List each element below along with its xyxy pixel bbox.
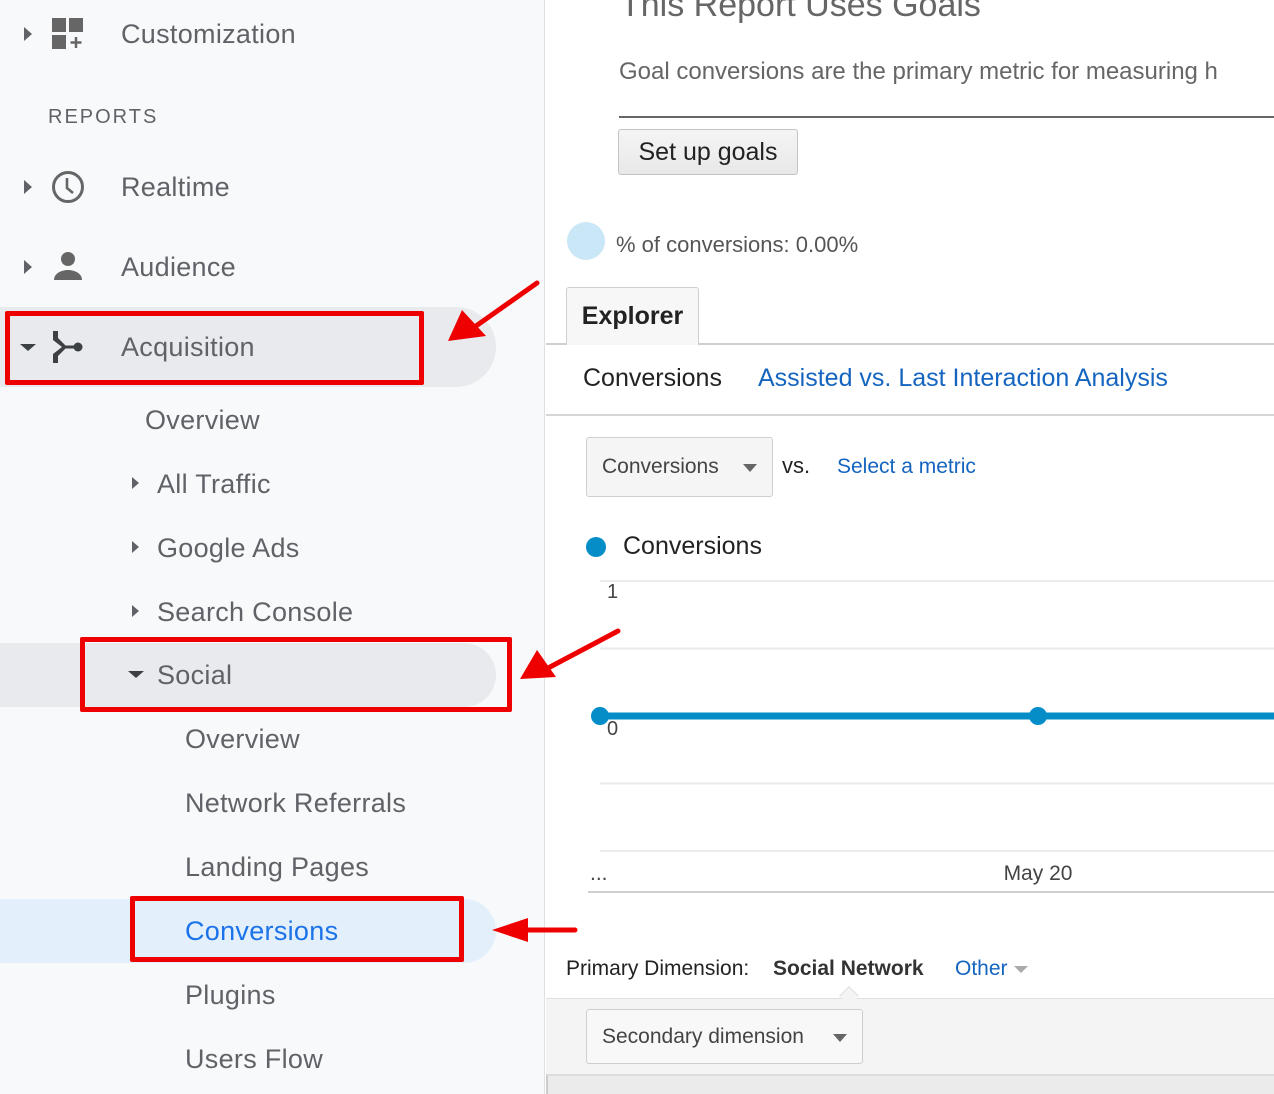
- sidebar-item-label: Google Ads: [157, 532, 300, 563]
- sidebar-item-label: Overview: [185, 723, 300, 754]
- report-main: This Report Uses Goals Goal conversions …: [546, 0, 1274, 1094]
- clock-icon: [50, 169, 86, 205]
- sidebar-item-audience[interactable]: Audience: [0, 235, 545, 299]
- sidebar-item-social-overview[interactable]: Overview: [0, 707, 496, 771]
- metric-select-dropdown[interactable]: Conversions: [586, 437, 773, 497]
- sidebar-item-label: Overview: [145, 404, 260, 435]
- collapse-caret-icon[interactable]: [128, 671, 144, 678]
- conversions-line-chart: 1 0... May 20: [588, 580, 1274, 893]
- sidebar-item-label: Landing Pages: [185, 851, 370, 882]
- select-metric-link[interactable]: Select a metric: [837, 455, 976, 479]
- primary-dimension-other[interactable]: Other: [955, 957, 1028, 981]
- secondary-dimension-placeholder: Secondary dimension: [602, 1024, 804, 1048]
- sidebar-item-landing-pages[interactable]: Landing Pages: [0, 835, 496, 899]
- acquisition-fork-icon: [50, 329, 86, 365]
- secondary-dimension-dropdown[interactable]: Secondary dimension: [586, 1009, 863, 1064]
- reports-section-header: REPORTS: [48, 106, 159, 128]
- expand-caret-icon[interactable]: [132, 477, 139, 489]
- y-tick-label: 0: [607, 718, 618, 740]
- sidebar-item-label: Audience: [121, 251, 236, 282]
- expand-caret-icon[interactable]: [24, 180, 32, 194]
- chevron-down-icon: [743, 464, 757, 472]
- goals-notice-title: This Report Uses Goals: [620, 0, 981, 24]
- x-tick-label: ...: [590, 862, 608, 885]
- sidebar-item-label: Conversions: [185, 915, 339, 946]
- data-point: [1029, 707, 1047, 725]
- primary-dimension-label: Primary Dimension:: [566, 957, 750, 980]
- sidebar-item-realtime[interactable]: Realtime: [0, 155, 545, 219]
- percent-indicator-dot: [567, 222, 605, 260]
- other-label: Other: [955, 957, 1008, 980]
- sidebar-item-social-conversions[interactable]: Conversions: [0, 899, 496, 963]
- sidebar-item-label: Plugins: [185, 979, 276, 1010]
- vs-label: vs.: [782, 453, 811, 478]
- chevron-down-icon: [833, 1034, 847, 1042]
- set-up-goals-button[interactable]: Set up goals: [618, 129, 798, 175]
- sidebar-item-label: Users Flow: [185, 1043, 324, 1074]
- sidebar-item-social[interactable]: Social: [0, 643, 496, 707]
- table-header: [546, 1074, 1274, 1094]
- dashboard-plus-icon: [50, 16, 86, 52]
- expand-caret-icon[interactable]: [24, 260, 32, 274]
- sidebar-item-google-ads[interactable]: Google Ads: [0, 516, 496, 580]
- y-tick-label: 1: [607, 581, 618, 603]
- sidebar-item-all-traffic[interactable]: All Traffic: [0, 452, 496, 516]
- sidebar-item-label: Network Referrals: [185, 787, 407, 818]
- person-icon: [50, 249, 86, 285]
- sidebar-nav: Customization REPORTS Realtime Audience …: [0, 0, 545, 1094]
- legend-color-dot: [586, 537, 606, 557]
- sidebar-item-label: Acquisition: [121, 331, 255, 362]
- sidebar-item-label: Search Console: [157, 596, 354, 627]
- sidebar-item-plugins[interactable]: Plugins: [0, 963, 496, 1027]
- x-tick-label: May 20: [1004, 862, 1073, 885]
- sidebar-item-acquisition-overview[interactable]: Overview: [0, 388, 496, 452]
- sidebar-item-label: Realtime: [121, 171, 230, 202]
- percent-of-conversions: % of conversions: 0.00%: [616, 232, 859, 257]
- expand-caret-icon[interactable]: [132, 541, 139, 553]
- primary-dimension-social-network[interactable]: Social Network: [773, 957, 924, 981]
- sidebar-item-customization[interactable]: Customization: [0, 2, 545, 66]
- sidebar-item-label: Customization: [121, 18, 296, 49]
- metric-select-value: Conversions: [602, 455, 719, 478]
- subtab-conversions[interactable]: Conversions: [583, 364, 722, 393]
- expand-caret-icon[interactable]: [24, 27, 32, 41]
- sidebar-item-search-console[interactable]: Search Console: [0, 580, 496, 644]
- collapse-caret-icon[interactable]: [20, 344, 36, 351]
- goals-divider: [619, 116, 1274, 118]
- tab-explorer[interactable]: Explorer: [566, 287, 699, 345]
- expand-caret-icon[interactable]: [132, 605, 139, 617]
- legend-label: Conversions: [623, 532, 762, 560]
- sidebar-item-label: All Traffic: [157, 468, 271, 499]
- sidebar-item-users-flow[interactable]: Users Flow: [0, 1027, 496, 1091]
- sidebar-item-label: Social: [157, 659, 233, 690]
- chevron-down-icon: [1013, 965, 1028, 973]
- subtab-assisted-vs-last-interaction[interactable]: Assisted vs. Last Interaction Analysis: [758, 364, 1168, 393]
- subtab-divider: [546, 414, 1274, 416]
- sidebar-item-network-referrals[interactable]: Network Referrals: [0, 771, 496, 835]
- goals-notice-description: Goal conversions are the primary metric …: [619, 58, 1218, 85]
- sidebar-item-acquisition[interactable]: Acquisition: [0, 315, 496, 379]
